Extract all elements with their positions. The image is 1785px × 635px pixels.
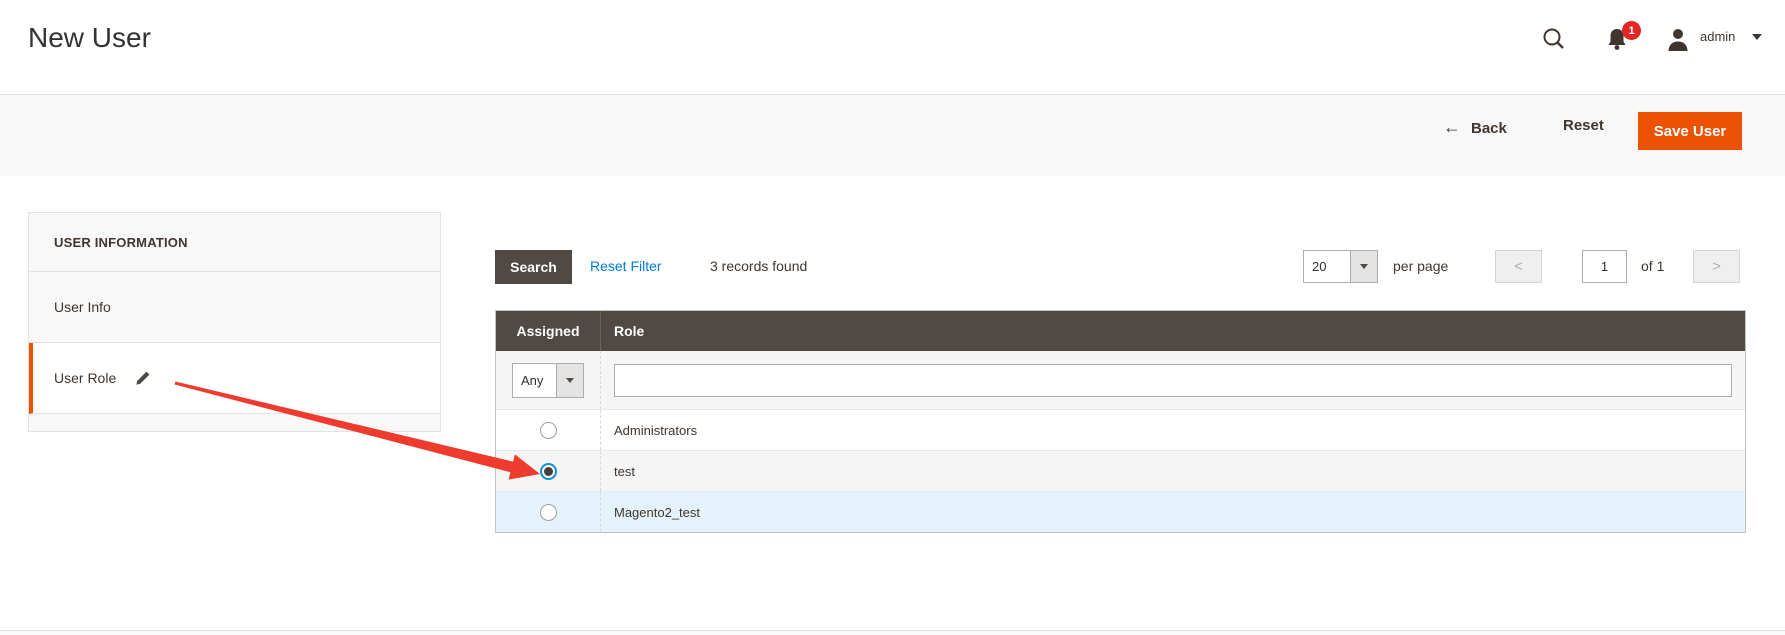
assigned-filter-value: Any bbox=[513, 364, 556, 397]
page-title: New User bbox=[28, 22, 151, 54]
admin-menu-label[interactable]: admin bbox=[1700, 29, 1735, 44]
footer-divider bbox=[0, 630, 1785, 635]
role-cell: Administrators bbox=[600, 410, 1745, 450]
grid-filter-row: Any bbox=[496, 351, 1745, 409]
reset-filter-link[interactable]: Reset Filter bbox=[590, 258, 662, 274]
edit-pencil-icon bbox=[134, 370, 151, 387]
column-header-role[interactable]: Role bbox=[600, 311, 1745, 351]
sidebar-item-label: User Role bbox=[54, 370, 116, 386]
total-pages-label: of 1 bbox=[1641, 258, 1664, 274]
select-caret-button[interactable] bbox=[556, 364, 583, 397]
back-button[interactable]: ← Back bbox=[1443, 117, 1507, 138]
records-found-text: 3 records found bbox=[710, 258, 807, 274]
table-row[interactable]: test bbox=[496, 450, 1745, 491]
roles-grid: Assigned Role Any Administrators test Ma… bbox=[495, 310, 1746, 533]
assigned-radio[interactable] bbox=[540, 504, 557, 521]
next-page-button[interactable]: > bbox=[1693, 250, 1740, 283]
assigned-radio-checked[interactable] bbox=[540, 463, 557, 480]
radio-dot bbox=[544, 467, 553, 476]
search-icon[interactable] bbox=[1541, 26, 1567, 52]
admin-caret-down-icon[interactable] bbox=[1752, 34, 1762, 40]
caret-down-icon bbox=[1360, 264, 1368, 269]
grid-header-row: Assigned Role bbox=[496, 311, 1745, 351]
notification-count-badge[interactable]: 1 bbox=[1622, 21, 1641, 40]
select-caret-button[interactable] bbox=[1350, 251, 1377, 282]
sidebar-item-user-role[interactable]: User Role bbox=[29, 343, 440, 414]
per-page-select[interactable]: 20 bbox=[1303, 250, 1378, 283]
caret-down-icon bbox=[566, 378, 574, 383]
column-header-assigned[interactable]: Assigned bbox=[496, 311, 600, 351]
back-arrow-icon: ← bbox=[1443, 117, 1461, 137]
chevron-left-icon: < bbox=[1514, 258, 1523, 275]
account-icon[interactable] bbox=[1664, 26, 1692, 52]
per-page-label: per page bbox=[1393, 258, 1448, 274]
save-user-button[interactable]: Save User bbox=[1638, 112, 1742, 150]
table-row[interactable]: Magento2_test bbox=[496, 491, 1745, 532]
assigned-radio[interactable] bbox=[540, 422, 557, 439]
chevron-right-icon: > bbox=[1712, 258, 1721, 275]
back-button-label: Back bbox=[1471, 120, 1507, 137]
per-page-value: 20 bbox=[1304, 251, 1350, 282]
role-filter-input[interactable] bbox=[614, 364, 1732, 397]
reset-button[interactable]: Reset bbox=[1563, 117, 1604, 134]
sidebar-title: USER INFORMATION bbox=[29, 213, 440, 272]
action-bar bbox=[0, 94, 1785, 176]
previous-page-button[interactable]: < bbox=[1495, 250, 1542, 283]
sidebar-footer bbox=[29, 414, 440, 431]
user-information-panel: USER INFORMATION User Info User Role bbox=[28, 212, 441, 432]
assigned-filter-select[interactable]: Any bbox=[512, 363, 584, 398]
table-row[interactable]: Administrators bbox=[496, 409, 1745, 450]
sidebar-item-label: User Info bbox=[54, 299, 111, 315]
sidebar-item-user-info[interactable]: User Info bbox=[29, 272, 440, 343]
search-button[interactable]: Search bbox=[495, 250, 572, 284]
current-page-input[interactable] bbox=[1582, 250, 1627, 283]
role-cell: test bbox=[600, 451, 1745, 491]
role-cell: Magento2_test bbox=[600, 492, 1745, 532]
